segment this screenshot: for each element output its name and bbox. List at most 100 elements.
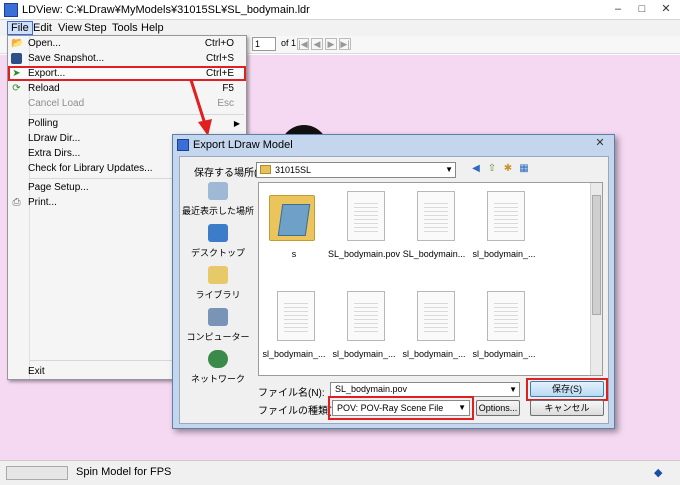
close-button[interactable]: ✕ bbox=[656, 3, 676, 17]
resize-grip-icon: ◆ bbox=[654, 467, 663, 479]
menu-bar: File Edit View Step Tools Help bbox=[0, 20, 680, 36]
menu-item-label: Print... bbox=[28, 197, 57, 208]
library-icon bbox=[208, 266, 228, 284]
menu-item-label: Reload bbox=[28, 83, 60, 94]
computer-icon bbox=[208, 308, 228, 326]
menu-file[interactable]: File bbox=[7, 21, 33, 35]
options-button[interactable]: Options... bbox=[476, 400, 520, 416]
document-icon bbox=[487, 191, 525, 241]
place-label: コンピューター bbox=[186, 332, 250, 342]
menu-step[interactable]: Step bbox=[81, 21, 110, 35]
document-icon bbox=[417, 191, 455, 241]
file-name: sl_bodymain_... bbox=[332, 349, 396, 359]
menu-tools[interactable]: Tools bbox=[109, 21, 141, 35]
file-name: s bbox=[291, 249, 297, 259]
menu-item-shortcut: Esc bbox=[217, 98, 234, 109]
menu-item-shortcut: Ctrl+O bbox=[204, 38, 234, 49]
status-text: Spin Model for FPS bbox=[76, 466, 172, 478]
file-name: sl_bodymain_... bbox=[262, 349, 326, 359]
file-item[interactable]: sl_bodymain_... bbox=[329, 287, 399, 377]
filename-input[interactable]: SL_bodymain.pov ▼ bbox=[330, 382, 520, 397]
folder-icon bbox=[269, 195, 315, 241]
annotation-arrow bbox=[189, 79, 212, 136]
file-item[interactable]: s bbox=[259, 187, 329, 277]
recent-places-icon bbox=[208, 182, 228, 200]
document-icon bbox=[347, 191, 385, 241]
menu-item-label: Extra Dirs... bbox=[28, 148, 81, 159]
prev-step-icon[interactable]: ◀ bbox=[311, 38, 323, 50]
file-item[interactable]: sl_bodymain_... bbox=[259, 287, 329, 377]
place-label: デスクトップ bbox=[190, 248, 245, 258]
place-recent[interactable]: 最近表示した場所 bbox=[182, 182, 254, 222]
scrollbar-thumb[interactable] bbox=[592, 195, 601, 315]
document-icon bbox=[487, 291, 525, 341]
next-step-icon[interactable]: ▶ bbox=[325, 38, 337, 50]
menu-item-label: Check for Library Updates... bbox=[28, 163, 153, 174]
dialog-body: 保存する場所(I): 31015SL ▼ ◀ ⇧ ✱ ▦ 最近表示した場所 デス… bbox=[179, 156, 609, 424]
printer-icon: ⎙ bbox=[12, 197, 21, 208]
menu-item-save-snapshot[interactable]: Save Snapshot... Ctrl+S bbox=[8, 51, 246, 66]
file-name: sl_bodymain_... bbox=[402, 349, 466, 359]
view-menu-icon[interactable]: ▦ bbox=[518, 163, 530, 175]
menu-item-label: Polling bbox=[28, 118, 59, 129]
menu-item-shortcut: Ctrl+S bbox=[205, 53, 234, 64]
submenu-arrow-icon: ▶ bbox=[233, 119, 240, 128]
network-icon bbox=[208, 350, 228, 368]
dialog-app-icon bbox=[177, 139, 189, 151]
place-label: ネットワーク bbox=[190, 374, 245, 384]
place-computer[interactable]: コンピューター bbox=[182, 308, 254, 348]
first-step-icon[interactable]: |◀ bbox=[297, 38, 309, 50]
menu-item-label: Exit bbox=[28, 366, 45, 377]
place-network[interactable]: ネットワーク bbox=[182, 350, 254, 390]
menu-item-label: Export... bbox=[28, 68, 66, 79]
place-label: 最近表示した場所 bbox=[182, 206, 255, 216]
file-list-scrollbar[interactable] bbox=[590, 183, 602, 375]
back-icon[interactable]: ◀ bbox=[470, 163, 482, 175]
menu-help[interactable]: Help bbox=[138, 21, 167, 35]
filename-value: SL_bodymain.pov bbox=[335, 384, 408, 394]
title-bar: LDView: C:¥LDraw¥MyModels¥31015SL¥SL_bod… bbox=[0, 0, 680, 20]
export-dialog: Export LDraw Model ✕ 保存する場所(I): 31015SL … bbox=[172, 134, 615, 429]
status-bar: Spin Model for FPS ◆ bbox=[0, 460, 680, 485]
menu-item-shortcut: F5 bbox=[222, 83, 234, 94]
file-name: SL_bodymain.pov bbox=[327, 249, 401, 259]
file-item[interactable]: sl_bodymain_... bbox=[469, 287, 539, 377]
export-icon: ➤ bbox=[12, 68, 21, 79]
chevron-down-icon: ▼ bbox=[509, 385, 517, 394]
file-name: sl_bodymain_... bbox=[472, 249, 536, 259]
maximize-button[interactable]: □ bbox=[632, 3, 652, 17]
window-title: LDView: C:¥LDraw¥MyModels¥31015SL¥SL_bod… bbox=[22, 4, 310, 16]
up-folder-icon[interactable]: ⇧ bbox=[486, 163, 498, 175]
menu-item-open[interactable]: 📂 Open... Ctrl+O bbox=[8, 36, 246, 51]
camera-icon bbox=[11, 53, 22, 64]
last-step-icon[interactable]: ▶| bbox=[339, 38, 351, 50]
menu-item-label: Cancel Load bbox=[28, 98, 85, 109]
save-in-value: 31015SL bbox=[275, 165, 312, 175]
file-item[interactable]: sl_bodymain_... bbox=[399, 287, 469, 377]
cancel-button[interactable]: キャンセル bbox=[530, 400, 604, 416]
file-item[interactable]: sl_bodymain_... bbox=[469, 187, 539, 277]
step-count-label: of 1 bbox=[281, 38, 297, 48]
document-icon bbox=[417, 291, 455, 341]
dialog-close-button[interactable]: ✕ bbox=[592, 137, 608, 151]
annotation-box bbox=[526, 378, 608, 401]
chevron-down-icon: ▼ bbox=[445, 165, 453, 174]
minimize-button[interactable]: – bbox=[608, 3, 628, 17]
save-in-combo[interactable]: 31015SL ▼ bbox=[256, 162, 456, 178]
document-icon bbox=[347, 291, 385, 341]
reload-icon: ⟳ bbox=[12, 83, 21, 94]
progress-bar bbox=[6, 466, 68, 480]
new-folder-icon[interactable]: ✱ bbox=[502, 163, 514, 175]
step-input[interactable]: 1 bbox=[252, 37, 276, 51]
file-item[interactable]: SL_bodymain.pov bbox=[328, 187, 400, 277]
file-item[interactable]: SL_bodymain... bbox=[399, 187, 469, 277]
annotation-box bbox=[328, 396, 474, 420]
menu-edit[interactable]: Edit bbox=[30, 21, 55, 35]
filename-label: ファイル名(N): bbox=[258, 388, 325, 399]
menu-item-label: Page Setup... bbox=[28, 182, 89, 193]
dialog-title: Export LDraw Model bbox=[193, 139, 293, 151]
place-libraries[interactable]: ライブラリ bbox=[182, 266, 254, 306]
file-list[interactable]: s SL_bodymain.pov SL_bodymain... sl_body… bbox=[258, 182, 603, 376]
file-name: SL_bodymain... bbox=[402, 249, 466, 259]
place-desktop[interactable]: デスクトップ bbox=[182, 224, 254, 264]
